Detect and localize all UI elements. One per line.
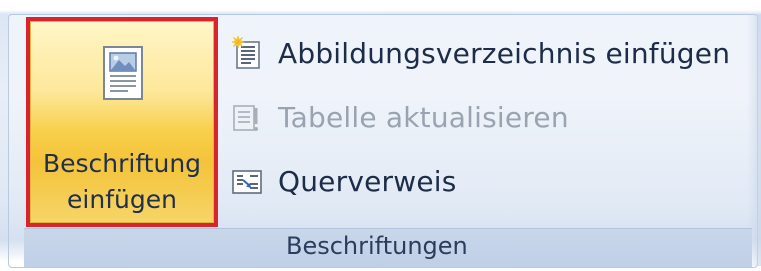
update-table-button[interactable]: Tabelle aktualisieren (230, 94, 569, 140)
cross-reference-icon (232, 170, 262, 194)
insert-caption-label-line2: einfügen (67, 185, 177, 214)
table-of-figures-icon (232, 36, 260, 69)
insert-caption-button[interactable]: Beschriftung einfügen (26, 17, 218, 227)
insert-table-of-figures-button[interactable]: Abbildungsverzeichnis einfügen (230, 30, 730, 76)
ribbon-captions-group: Beschriftung einfügen Abbildungsverzeich… (0, 0, 761, 271)
caption-document-icon (103, 46, 143, 100)
update-table-icon (233, 105, 258, 131)
cross-reference-label: Querverweis (278, 164, 457, 198)
cross-reference-button[interactable]: Querverweis (230, 158, 457, 204)
insert-table-of-figures-label: Abbildungsverzeichnis einfügen (278, 36, 731, 70)
group-label: Beschriftungen (286, 232, 468, 260)
update-table-label: Tabelle aktualisieren (278, 100, 569, 134)
insert-caption-label-line1: Beschriftung (42, 149, 202, 178)
